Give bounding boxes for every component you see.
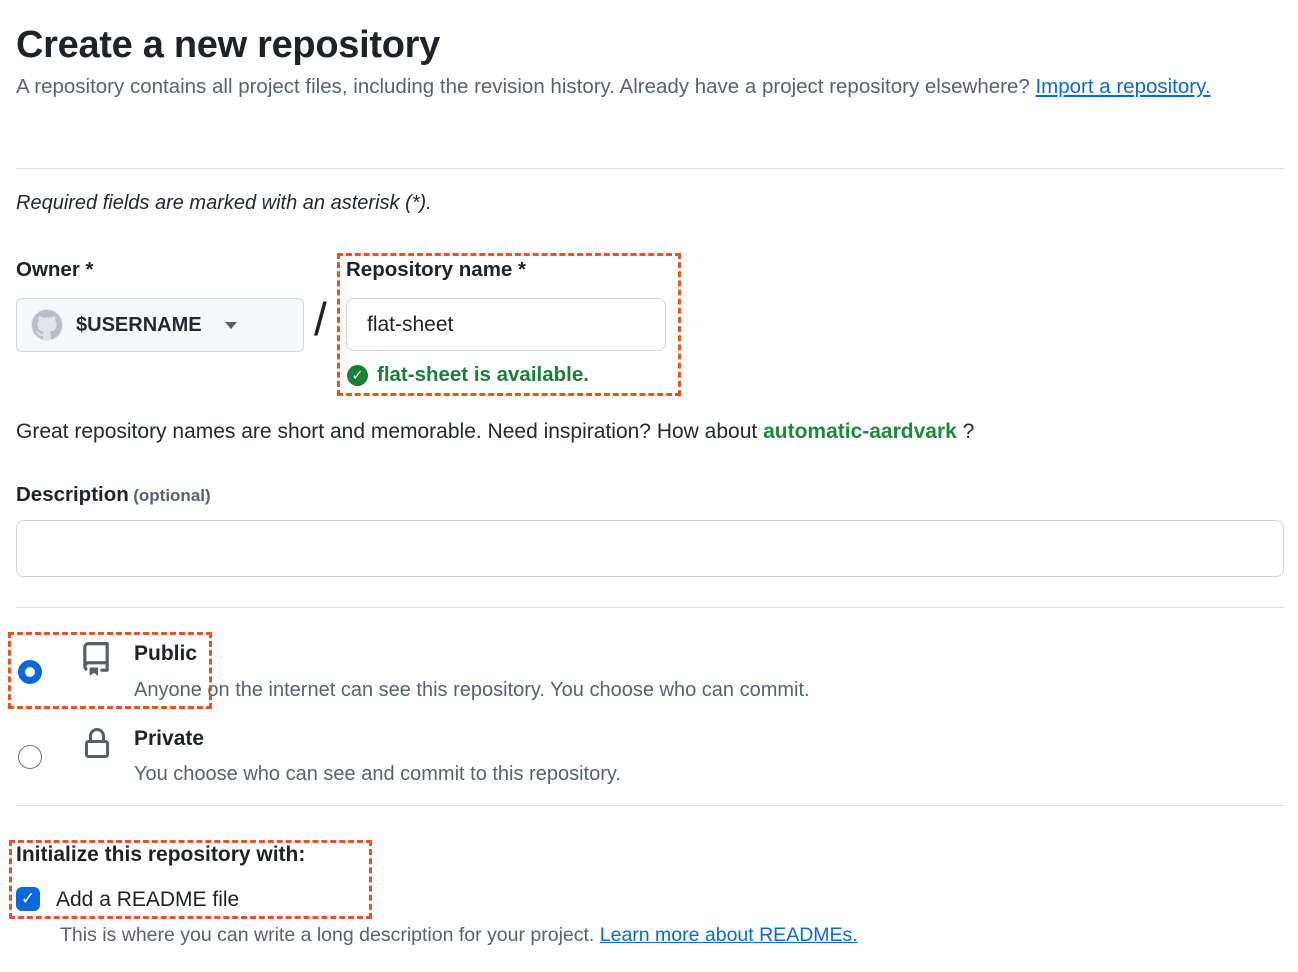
description-label: Description [16,483,129,506]
readme-checkbox[interactable]: ✓ [16,887,40,911]
chevron-down-icon [225,322,237,329]
readme-help-text-body: This is where you can write a long descr… [60,924,600,946]
lock-icon [81,728,113,760]
private-radio[interactable] [18,745,42,769]
owner-label: Owner * [16,258,93,282]
name-inspiration-line: Great repository names are short and mem… [16,420,974,444]
check-circle-icon: ✓ [347,365,368,386]
header-divider [16,168,1284,169]
avatar [31,309,63,341]
intro-text: A repository contains all project files,… [16,75,1035,98]
create-repository-page: Create a new repository A repository con… [0,0,1298,972]
public-option-description: Anyone on the internet can see this repo… [134,679,810,702]
availability-text: flat-sheet is available. [377,363,589,387]
inspiration-text-after: ? [957,420,975,443]
initialize-section-divider [16,805,1284,806]
description-label-row: Description (optional) [16,483,211,507]
repository-name-input[interactable] [346,298,666,351]
suggested-repo-name: automatic-aardvark [763,420,957,443]
repo-book-icon [79,642,113,676]
description-optional-hint: (optional) [133,486,210,505]
public-option-label[interactable]: Public [134,642,197,666]
private-option-description: You choose who can see and commit to thi… [134,763,621,786]
owner-dropdown-button[interactable]: $USERNAME [16,298,304,352]
owner-repo-separator: / [314,292,327,346]
required-fields-note: Required fields are marked with an aster… [16,192,432,215]
repository-name-label: Repository name * [346,258,526,282]
inspiration-text-before: Great repository names are short and mem… [16,420,763,443]
page-title: Create a new repository [16,24,440,67]
intro-paragraph: A repository contains all project files,… [16,68,1216,106]
import-repository-link[interactable]: Import a repository. [1035,75,1210,98]
initialize-heading: Initialize this repository with: [16,843,305,867]
readme-help-text: This is where you can write a long descr… [60,924,858,947]
github-mark-icon [32,310,62,340]
description-input[interactable] [16,520,1284,577]
readme-checkbox-label[interactable]: Add a README file [56,888,239,912]
private-option-label[interactable]: Private [134,727,204,751]
visibility-section-divider [16,607,1284,608]
availability-message: ✓ flat-sheet is available. [347,363,589,387]
learn-more-readmes-link[interactable]: Learn more about READMEs. [600,924,858,946]
public-radio[interactable] [18,660,42,684]
owner-value: $USERNAME [76,314,202,337]
